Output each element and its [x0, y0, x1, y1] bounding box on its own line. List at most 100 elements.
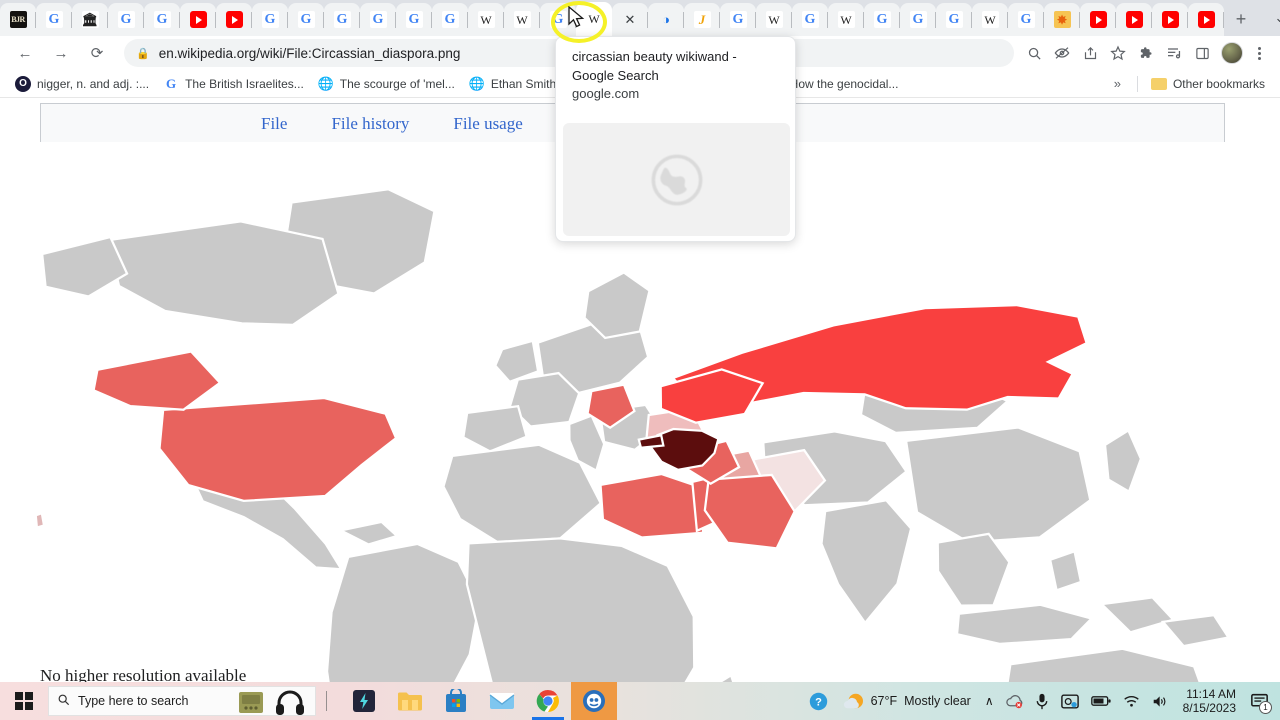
lock-icon[interactable]: 🔒: [136, 47, 150, 60]
tab-30[interactable]: [1080, 3, 1116, 36]
onedrive-sync-icon[interactable]: [1000, 694, 1029, 709]
start-button[interactable]: [0, 682, 48, 720]
tab-7[interactable]: G: [252, 3, 288, 36]
google-icon: G: [729, 11, 747, 28]
help-icon[interactable]: ?: [803, 692, 834, 711]
microphone-icon[interactable]: [1029, 693, 1055, 710]
volume-icon[interactable]: [1146, 694, 1175, 709]
tab-32[interactable]: [1152, 3, 1188, 36]
tab-27[interactable]: W: [972, 3, 1008, 36]
taskbar-app-chrome[interactable]: [525, 682, 571, 720]
back-icon[interactable]: ←: [10, 38, 40, 68]
tab-0[interactable]: BJR: [0, 3, 36, 36]
tab-4[interactable]: G: [144, 3, 180, 36]
tab-14[interactable]: W: [504, 3, 540, 36]
tab-12[interactable]: G: [432, 3, 468, 36]
taskbar-app-file-explorer[interactable]: [387, 682, 433, 720]
wifi-icon[interactable]: [1117, 694, 1146, 708]
tab-list: BJR G 🏛 G G G G G G G G W W G W ✕ ◑ J G W G W G G G W G ✸: [0, 0, 1224, 36]
tab-28[interactable]: G: [1008, 3, 1044, 36]
weather-widget[interactable]: 67°F Mostly clear: [834, 691, 979, 711]
file-nav-link-2[interactable]: File usage: [453, 114, 522, 134]
tab-15[interactable]: G: [540, 3, 576, 36]
headphones-icon: [276, 690, 304, 715]
tab-25[interactable]: G: [900, 3, 936, 36]
tab-10[interactable]: G: [360, 3, 396, 36]
wifi-glyph-icon: [1123, 696, 1139, 707]
youtube-icon: [1161, 11, 1179, 28]
tracking-protection-icon[interactable]: [1048, 39, 1076, 67]
forward-icon[interactable]: →: [46, 38, 76, 68]
wikipedia-icon: W: [585, 10, 603, 28]
chrome-menu-icon[interactable]: [1248, 46, 1270, 60]
bookmark-item[interactable]: 🌐 The scourge of 'mel...: [311, 73, 462, 95]
reading-list-icon[interactable]: [1160, 39, 1188, 67]
taskbar-app-microsoft-store[interactable]: [433, 682, 479, 720]
taskbar-app-mail[interactable]: [479, 682, 525, 720]
clock-widget[interactable]: 11:14 AM 8/15/2023: [1175, 687, 1244, 715]
bjr-icon: BJR: [9, 11, 27, 28]
tab-29[interactable]: ✸: [1044, 3, 1080, 36]
tab-2[interactable]: 🏛: [72, 3, 108, 36]
other-bookmarks-label: Other bookmarks: [1172, 76, 1265, 91]
file-nav-link-0[interactable]: File: [261, 114, 287, 134]
tab-21[interactable]: W: [756, 3, 792, 36]
tab-16[interactable]: W: [576, 2, 612, 36]
share-icon[interactable]: [1076, 39, 1104, 67]
taskbar-app-media-player[interactable]: [571, 682, 617, 720]
archive-icon: 🏛: [81, 11, 99, 28]
extensions-puzzle-icon[interactable]: [1132, 39, 1160, 67]
tray-overflow-chevron-icon[interactable]: ∧: [979, 694, 1000, 708]
tab-31[interactable]: [1116, 3, 1152, 36]
side-panel-icon[interactable]: [1188, 39, 1216, 67]
other-bookmarks-button[interactable]: Other bookmarks: [1144, 73, 1272, 95]
tab-9[interactable]: G: [324, 3, 360, 36]
taskbar-search-box[interactable]: Type here to search: [48, 686, 316, 716]
zoom-icon[interactable]: [1020, 39, 1048, 67]
tab-33[interactable]: [1188, 3, 1224, 36]
wikipedia-icon: W: [513, 11, 531, 28]
reload-icon[interactable]: ⟳: [82, 38, 112, 68]
tab-13[interactable]: W: [468, 3, 504, 36]
tab-5[interactable]: [180, 3, 216, 36]
google-icon: G: [45, 11, 63, 28]
bookmark-item[interactable]: G The British Israelites...: [156, 73, 311, 95]
file-nav-link-1[interactable]: File history: [331, 114, 409, 134]
search-illustration-icon: [239, 692, 263, 713]
bookmark-item[interactable]: Onigger, n. and adj. :...: [8, 73, 156, 95]
oed-icon: O: [15, 75, 31, 92]
taskbar-app-shazam[interactable]: [341, 682, 387, 720]
tab-search-chevron-icon[interactable]: ⌄: [1258, 2, 1280, 34]
tab-22[interactable]: G: [792, 3, 828, 36]
youtube-icon: [1197, 11, 1215, 28]
mail-icon: [489, 693, 515, 709]
google-icon: G: [1017, 11, 1035, 28]
tab-3[interactable]: G: [108, 3, 144, 36]
tab-17[interactable]: ✕: [612, 3, 648, 36]
tab-23[interactable]: W: [828, 3, 864, 36]
tab-1[interactable]: G: [36, 3, 72, 36]
tab-8[interactable]: G: [288, 3, 324, 36]
battery-icon[interactable]: [1085, 695, 1117, 707]
tab-11[interactable]: G: [396, 3, 432, 36]
bookmark-star-icon[interactable]: [1104, 39, 1132, 67]
tab-6[interactable]: [216, 3, 252, 36]
globe-icon: 🌐: [468, 75, 485, 91]
google-icon: G: [369, 11, 387, 28]
tab-18[interactable]: ◑: [648, 3, 684, 36]
new-tab-button[interactable]: +: [1224, 5, 1258, 33]
bookmark-label: The British Israelites...: [185, 76, 304, 91]
browser-window: BJR G 🏛 G G G G G G G G W W G W ✕ ◑ J G W G W G G G W G ✸ + ⌄ − ❐ ✕…: [0, 0, 1280, 720]
tab-24[interactable]: G: [864, 3, 900, 36]
google-icon: G: [117, 11, 135, 28]
tab-20[interactable]: G: [720, 3, 756, 36]
avatar[interactable]: [1221, 42, 1243, 64]
youtube-icon: [225, 11, 243, 28]
camera-privacy-icon[interactable]: [1055, 693, 1085, 709]
notification-center-button[interactable]: 1: [1244, 682, 1274, 720]
globe-icon: 🌐: [317, 75, 334, 91]
window-controls: ⌄ − ❐ ✕: [1258, 0, 1280, 36]
bookmarks-overflow-button[interactable]: »: [1104, 76, 1131, 91]
tab-19[interactable]: J: [684, 3, 720, 36]
tab-26[interactable]: G: [936, 3, 972, 36]
